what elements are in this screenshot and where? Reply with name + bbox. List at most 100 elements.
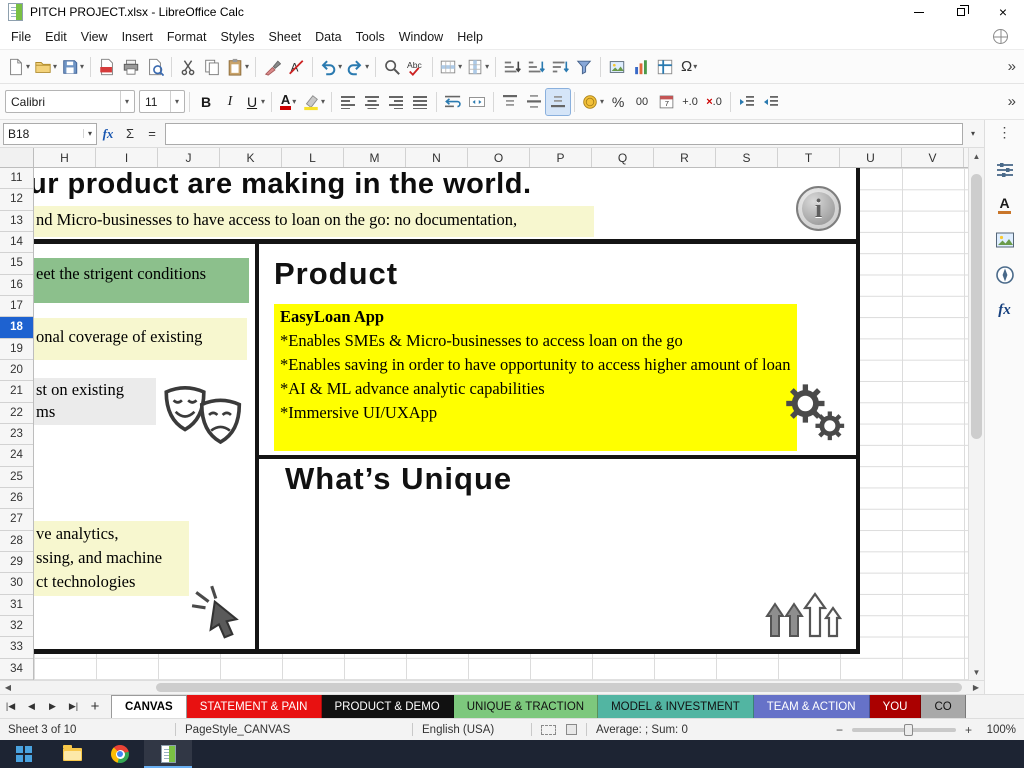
zoom-slider-thumb[interactable] bbox=[903, 723, 913, 736]
column-header-o[interactable]: O bbox=[468, 148, 530, 167]
dropdown-caret-icon[interactable]: ▾ bbox=[338, 62, 342, 71]
gallery-icon[interactable] bbox=[991, 227, 1019, 253]
dropdown-caret-icon[interactable]: ▾ bbox=[485, 62, 489, 71]
open-file-button[interactable]: ▾ bbox=[32, 54, 59, 80]
sheet-tab-unique-traction[interactable]: UNIQUE & TRACTION bbox=[453, 695, 599, 718]
row-header-15[interactable]: 15 bbox=[0, 253, 33, 275]
bold-button[interactable]: B bbox=[194, 89, 218, 115]
name-box[interactable]: B18 ▾ bbox=[3, 122, 97, 145]
document-modified-icon[interactable] bbox=[566, 724, 577, 735]
column-header-n[interactable]: N bbox=[406, 148, 468, 167]
print-button[interactable] bbox=[119, 54, 143, 80]
sidebar-settings-icon[interactable]: ⋮ bbox=[998, 124, 1012, 148]
row-header-31[interactable]: 31 bbox=[0, 595, 33, 616]
vertical-scrollbar[interactable]: ▲ ▼ bbox=[968, 148, 984, 680]
align-center-button[interactable] bbox=[360, 89, 384, 115]
insert-image-button[interactable] bbox=[605, 54, 629, 80]
column-header-h[interactable]: H bbox=[34, 148, 96, 167]
scroll-up-button[interactable]: ▲ bbox=[969, 148, 984, 164]
print-preview-button[interactable] bbox=[143, 54, 167, 80]
row-header-21[interactable]: 21 bbox=[0, 381, 33, 403]
font-size-combobox[interactable]: 11 ▾ bbox=[139, 90, 185, 113]
font-color-button[interactable]: A ▾ bbox=[276, 89, 300, 115]
select-all-corner[interactable] bbox=[0, 148, 34, 168]
menu-styles[interactable]: Styles bbox=[213, 26, 261, 48]
save-button[interactable]: ▾ bbox=[59, 54, 86, 80]
row-header-12[interactable]: 12 bbox=[0, 189, 33, 211]
zoom-slider[interactable] bbox=[851, 723, 956, 736]
sheet-tab-canvas[interactable]: CANVAS bbox=[111, 695, 187, 718]
menu-edit[interactable]: Edit bbox=[38, 26, 74, 48]
sheet-tab-statement-pain[interactable]: STATEMENT & PAIN bbox=[186, 695, 322, 718]
scroll-left-button[interactable]: ◀ bbox=[0, 683, 16, 692]
dropdown-caret-icon[interactable]: ▾ bbox=[261, 97, 265, 106]
row-header-14[interactable]: 14 bbox=[0, 232, 33, 254]
freeze-rows-columns-button[interactable] bbox=[653, 54, 677, 80]
dropdown-caret-icon[interactable]: ▾ bbox=[365, 62, 369, 71]
menu-format[interactable]: Format bbox=[160, 26, 214, 48]
column-header-j[interactable]: J bbox=[158, 148, 220, 167]
next-sheet-button[interactable]: ▶ bbox=[42, 695, 63, 718]
sheet-tab-product-demo[interactable]: PRODUCT & DEMO bbox=[321, 695, 454, 718]
align-right-button[interactable] bbox=[384, 89, 408, 115]
dropdown-caret-icon[interactable]: ▾ bbox=[26, 62, 30, 71]
row-header-13[interactable]: 13 bbox=[0, 211, 33, 232]
styles-icon[interactable]: A bbox=[991, 192, 1019, 218]
zoom-in-button[interactable]: + bbox=[961, 723, 976, 737]
vertical-scroll-thumb[interactable] bbox=[971, 174, 982, 439]
row-header-29[interactable]: 29 bbox=[0, 552, 33, 574]
align-top-button[interactable] bbox=[498, 89, 522, 115]
currency-format-button[interactable]: ▾ bbox=[579, 89, 606, 115]
row-header-17[interactable]: 17 bbox=[0, 296, 33, 318]
add-sheet-button[interactable]: + bbox=[84, 695, 106, 718]
dropdown-caret-icon[interactable]: ▾ bbox=[169, 91, 179, 112]
dropdown-caret-icon[interactable]: ▾ bbox=[119, 91, 129, 112]
autofilter-button[interactable] bbox=[572, 54, 596, 80]
scroll-right-button[interactable]: ▶ bbox=[968, 683, 984, 692]
menu-data[interactable]: Data bbox=[308, 26, 348, 48]
menu-file[interactable]: File bbox=[4, 26, 38, 48]
dropdown-caret-icon[interactable]: ▾ bbox=[80, 62, 84, 71]
sheet-tab-team-action[interactable]: TEAM & ACTION bbox=[753, 695, 870, 718]
last-sheet-button[interactable]: ▶| bbox=[63, 695, 84, 718]
clear-formatting-button[interactable]: A bbox=[284, 54, 308, 80]
column-header-k[interactable]: K bbox=[220, 148, 282, 167]
italic-button[interactable]: I bbox=[218, 89, 242, 115]
row-header-24[interactable]: 24 bbox=[0, 445, 33, 467]
row-header-32[interactable]: 32 bbox=[0, 616, 33, 638]
column-header-r[interactable]: R bbox=[654, 148, 716, 167]
column-header-i[interactable]: I bbox=[96, 148, 158, 167]
special-character-button[interactable]: Ω ▾ bbox=[677, 54, 701, 80]
clone-formatting-button[interactable] bbox=[260, 54, 284, 80]
redo-button[interactable]: ▾ bbox=[344, 54, 371, 80]
align-left-button[interactable] bbox=[336, 89, 360, 115]
decrease-indent-button[interactable] bbox=[759, 89, 783, 115]
dropdown-caret-icon[interactable]: ▾ bbox=[245, 62, 249, 71]
undo-button[interactable]: ▾ bbox=[317, 54, 344, 80]
column-header-q[interactable]: Q bbox=[592, 148, 654, 167]
insert-columns-button[interactable]: ▾ bbox=[464, 54, 491, 80]
find-replace-button[interactable] bbox=[380, 54, 404, 80]
language-status[interactable]: English (USA) bbox=[422, 724, 522, 736]
start-button[interactable] bbox=[0, 740, 48, 768]
page-style-status[interactable]: PageStyle_CANVAS bbox=[185, 724, 403, 736]
column-header-u[interactable]: U bbox=[840, 148, 902, 167]
row-header-34[interactable]: 34 bbox=[0, 659, 33, 680]
highlight-color-button[interactable]: ▾ bbox=[300, 89, 327, 115]
sheet-tab-co[interactable]: CO bbox=[921, 695, 966, 718]
wrap-text-button[interactable] bbox=[441, 89, 465, 115]
number-format-button[interactable]: 00 bbox=[630, 89, 654, 115]
menu-help[interactable]: Help bbox=[450, 26, 490, 48]
libreoffice-calc-taskbar-button[interactable] bbox=[144, 740, 192, 768]
row-header-18[interactable]: 18 bbox=[0, 317, 33, 339]
new-document-button[interactable]: ▾ bbox=[5, 54, 32, 80]
close-button[interactable]: × bbox=[982, 0, 1024, 24]
row-header-28[interactable]: 28 bbox=[0, 531, 33, 552]
sort-button[interactable] bbox=[500, 54, 524, 80]
row-header-23[interactable]: 23 bbox=[0, 424, 33, 446]
cut-button[interactable] bbox=[176, 54, 200, 80]
column-header-p[interactable]: P bbox=[530, 148, 592, 167]
horizontal-scroll-thumb[interactable] bbox=[156, 683, 962, 692]
paste-button[interactable]: ▾ bbox=[224, 54, 251, 80]
zoom-out-button[interactable]: − bbox=[832, 723, 847, 737]
